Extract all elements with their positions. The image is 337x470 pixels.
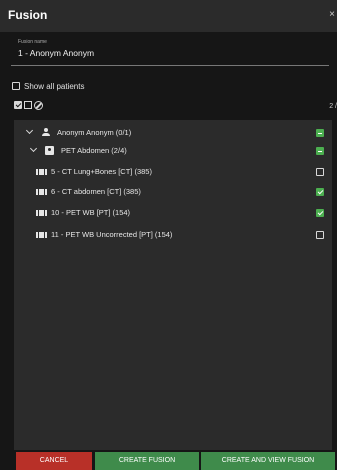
show-all-patients-label: Show all patients: [24, 82, 85, 91]
series-label: 5 - CT Lung+Bones [CT] (385): [51, 167, 152, 176]
close-icon[interactable]: ×: [329, 9, 335, 20]
series-checkbox[interactable]: [316, 231, 324, 239]
tree-row-series[interactable]: 5 - CT Lung+Bones [CT] (385): [14, 163, 332, 181]
tree-row-study[interactable]: PET Abdomen (2/4): [14, 142, 332, 160]
series-checkbox[interactable]: [316, 168, 324, 176]
fusion-name-label: Fusion name: [18, 39, 47, 45]
tree-row-series[interactable]: 6 - CT abdomen [CT] (385): [14, 183, 332, 201]
series-icon: [36, 232, 47, 238]
patient-label: Anonym Anonym (0/1): [57, 128, 132, 137]
series-label: 10 - PET WB [PT] (154): [51, 208, 131, 217]
tree-row-series[interactable]: 11 - PET WB Uncorrected [PT] (154): [14, 226, 332, 244]
series-label: 11 - PET WB Uncorrected [PT] (154): [51, 230, 173, 239]
clear-selection-icon[interactable]: [34, 101, 43, 110]
select-all-icon[interactable]: [14, 101, 22, 109]
chevron-down-icon[interactable]: [29, 144, 38, 153]
show-all-patients-checkbox[interactable]: [12, 82, 20, 90]
tree-row-patient[interactable]: Anonym Anonym (0/1): [14, 124, 332, 142]
fusion-name-value[interactable]: 1 - Anonym Anonym: [18, 48, 94, 58]
series-tree-panel: Anonym Anonym (0/1) PET Abdomen (2/4) 5 …: [14, 120, 332, 450]
patient-checkbox[interactable]: [316, 129, 324, 137]
series-checkbox[interactable]: [316, 188, 324, 196]
create-and-view-fusion-button[interactable]: CREATE AND VIEW FUSION: [201, 452, 335, 470]
chevron-down-icon[interactable]: [25, 126, 34, 135]
deselect-all-icon[interactable]: [24, 101, 32, 109]
dialog-title: Fusion: [8, 8, 48, 22]
study-icon: [45, 146, 54, 155]
series-icon: [36, 189, 47, 195]
selection-count: 2 /: [329, 103, 337, 110]
series-label: 6 - CT abdomen [CT] (385): [51, 187, 141, 196]
study-label: PET Abdomen (2/4): [61, 146, 127, 155]
fusion-name-field[interactable]: Fusion name 1 - Anonym Anonym: [11, 35, 329, 66]
cancel-button[interactable]: CANCEL: [16, 452, 92, 470]
series-icon: [36, 210, 47, 216]
dialog-titlebar: Fusion ×: [0, 0, 337, 32]
study-checkbox[interactable]: [316, 147, 324, 155]
person-icon: [41, 128, 51, 137]
series-checkbox[interactable]: [316, 209, 324, 217]
create-fusion-button[interactable]: CREATE FUSION: [95, 452, 199, 470]
series-icon: [36, 169, 47, 175]
tree-row-series[interactable]: 10 - PET WB [PT] (154): [14, 204, 332, 222]
